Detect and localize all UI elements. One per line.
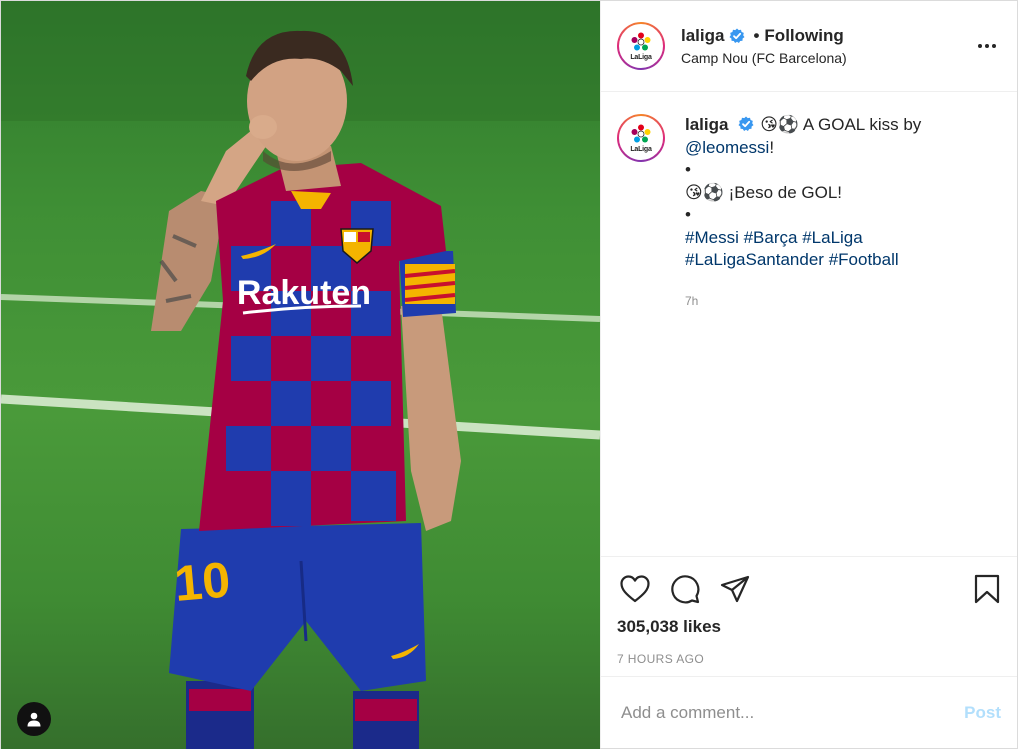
instagram-post: Rakuten 10 LaLiga laliga • Following Cam… <box>0 0 1018 749</box>
post-timestamp[interactable]: 7 HOURS AGO <box>617 652 1001 666</box>
save-button[interactable] <box>969 571 1005 607</box>
laliga-logo-icon <box>631 32 651 51</box>
hashtag-link[interactable]: #Barça <box>744 228 798 247</box>
verified-badge-icon <box>738 116 754 132</box>
caption-avatar[interactable]: LaLiga <box>617 114 665 162</box>
post-photo[interactable]: Rakuten 10 <box>1 1 600 749</box>
post-location[interactable]: Camp Nou (FC Barcelona) <box>681 50 973 66</box>
caption-username[interactable]: laliga <box>685 115 728 134</box>
header-separator: • <box>753 26 760 45</box>
following-button[interactable]: Following <box>764 26 843 46</box>
hashtag-list: #Messi #Barça #LaLiga #LaLigaSantander #… <box>685 227 1001 272</box>
laliga-logo-text: LaLiga <box>630 54 652 61</box>
hashtag-link[interactable]: #Messi <box>685 228 739 247</box>
shorts-number-text: 10 <box>172 551 232 612</box>
bookmark-icon <box>974 574 1000 604</box>
post-header: LaLiga laliga • Following Camp Nou (FC B… <box>601 1 1017 92</box>
add-comment-bar: Post <box>601 676 1017 748</box>
post-caption: LaLiga laliga 😘⚽ A GOAL kiss by @leomess… <box>617 114 1001 312</box>
kiss-soccer-emoji: 😘⚽ <box>685 182 724 203</box>
more-options-button[interactable] <box>973 34 1001 58</box>
laliga-logo-text: LaLiga <box>630 146 652 153</box>
likes-count[interactable]: 305,038 likes <box>617 617 1001 637</box>
caption-exclaim: ! <box>769 137 775 157</box>
caption-text-en: A GOAL kiss by <box>799 115 922 134</box>
caption-text-es: ¡Beso de GOL! <box>723 182 843 202</box>
tagged-users-button[interactable] <box>17 702 51 736</box>
account-avatar[interactable]: LaLiga <box>617 22 665 70</box>
post-comment-button[interactable]: Post <box>964 703 1001 723</box>
comment-bubble-icon <box>671 575 700 604</box>
verified-badge-icon <box>729 28 745 44</box>
hashtag-link[interactable]: #LaLiga <box>802 228 863 247</box>
account-username[interactable]: laliga <box>681 26 724 46</box>
ellipsis-icon <box>978 44 996 48</box>
paper-plane-icon <box>720 575 750 603</box>
post-side-panel: LaLiga laliga • Following Camp Nou (FC B… <box>600 1 1017 748</box>
player-illustration: Rakuten 10 <box>1 1 600 749</box>
heart-icon <box>620 575 650 603</box>
laliga-logo-icon <box>631 124 651 143</box>
caption-bullet: • <box>685 205 691 224</box>
share-button[interactable] <box>717 571 753 607</box>
kiss-soccer-emoji: 😘⚽ <box>760 115 800 135</box>
mention-link[interactable]: @leomessi <box>685 138 769 157</box>
comment-input[interactable] <box>621 702 955 723</box>
user-tag-icon <box>27 712 41 727</box>
hashtag-link[interactable]: #LaLigaSantander <box>685 250 824 269</box>
like-button[interactable] <box>617 571 653 607</box>
comments-section: LaLiga laliga 😘⚽ A GOAL kiss by @leomess… <box>601 92 1017 556</box>
hashtag-link[interactable]: #Football <box>829 250 899 269</box>
caption-timestamp: 7h <box>685 293 699 308</box>
post-actions: 305,038 likes 7 HOURS AGO <box>601 556 1017 676</box>
comment-button[interactable] <box>667 571 703 607</box>
caption-bullet: • <box>685 160 691 179</box>
